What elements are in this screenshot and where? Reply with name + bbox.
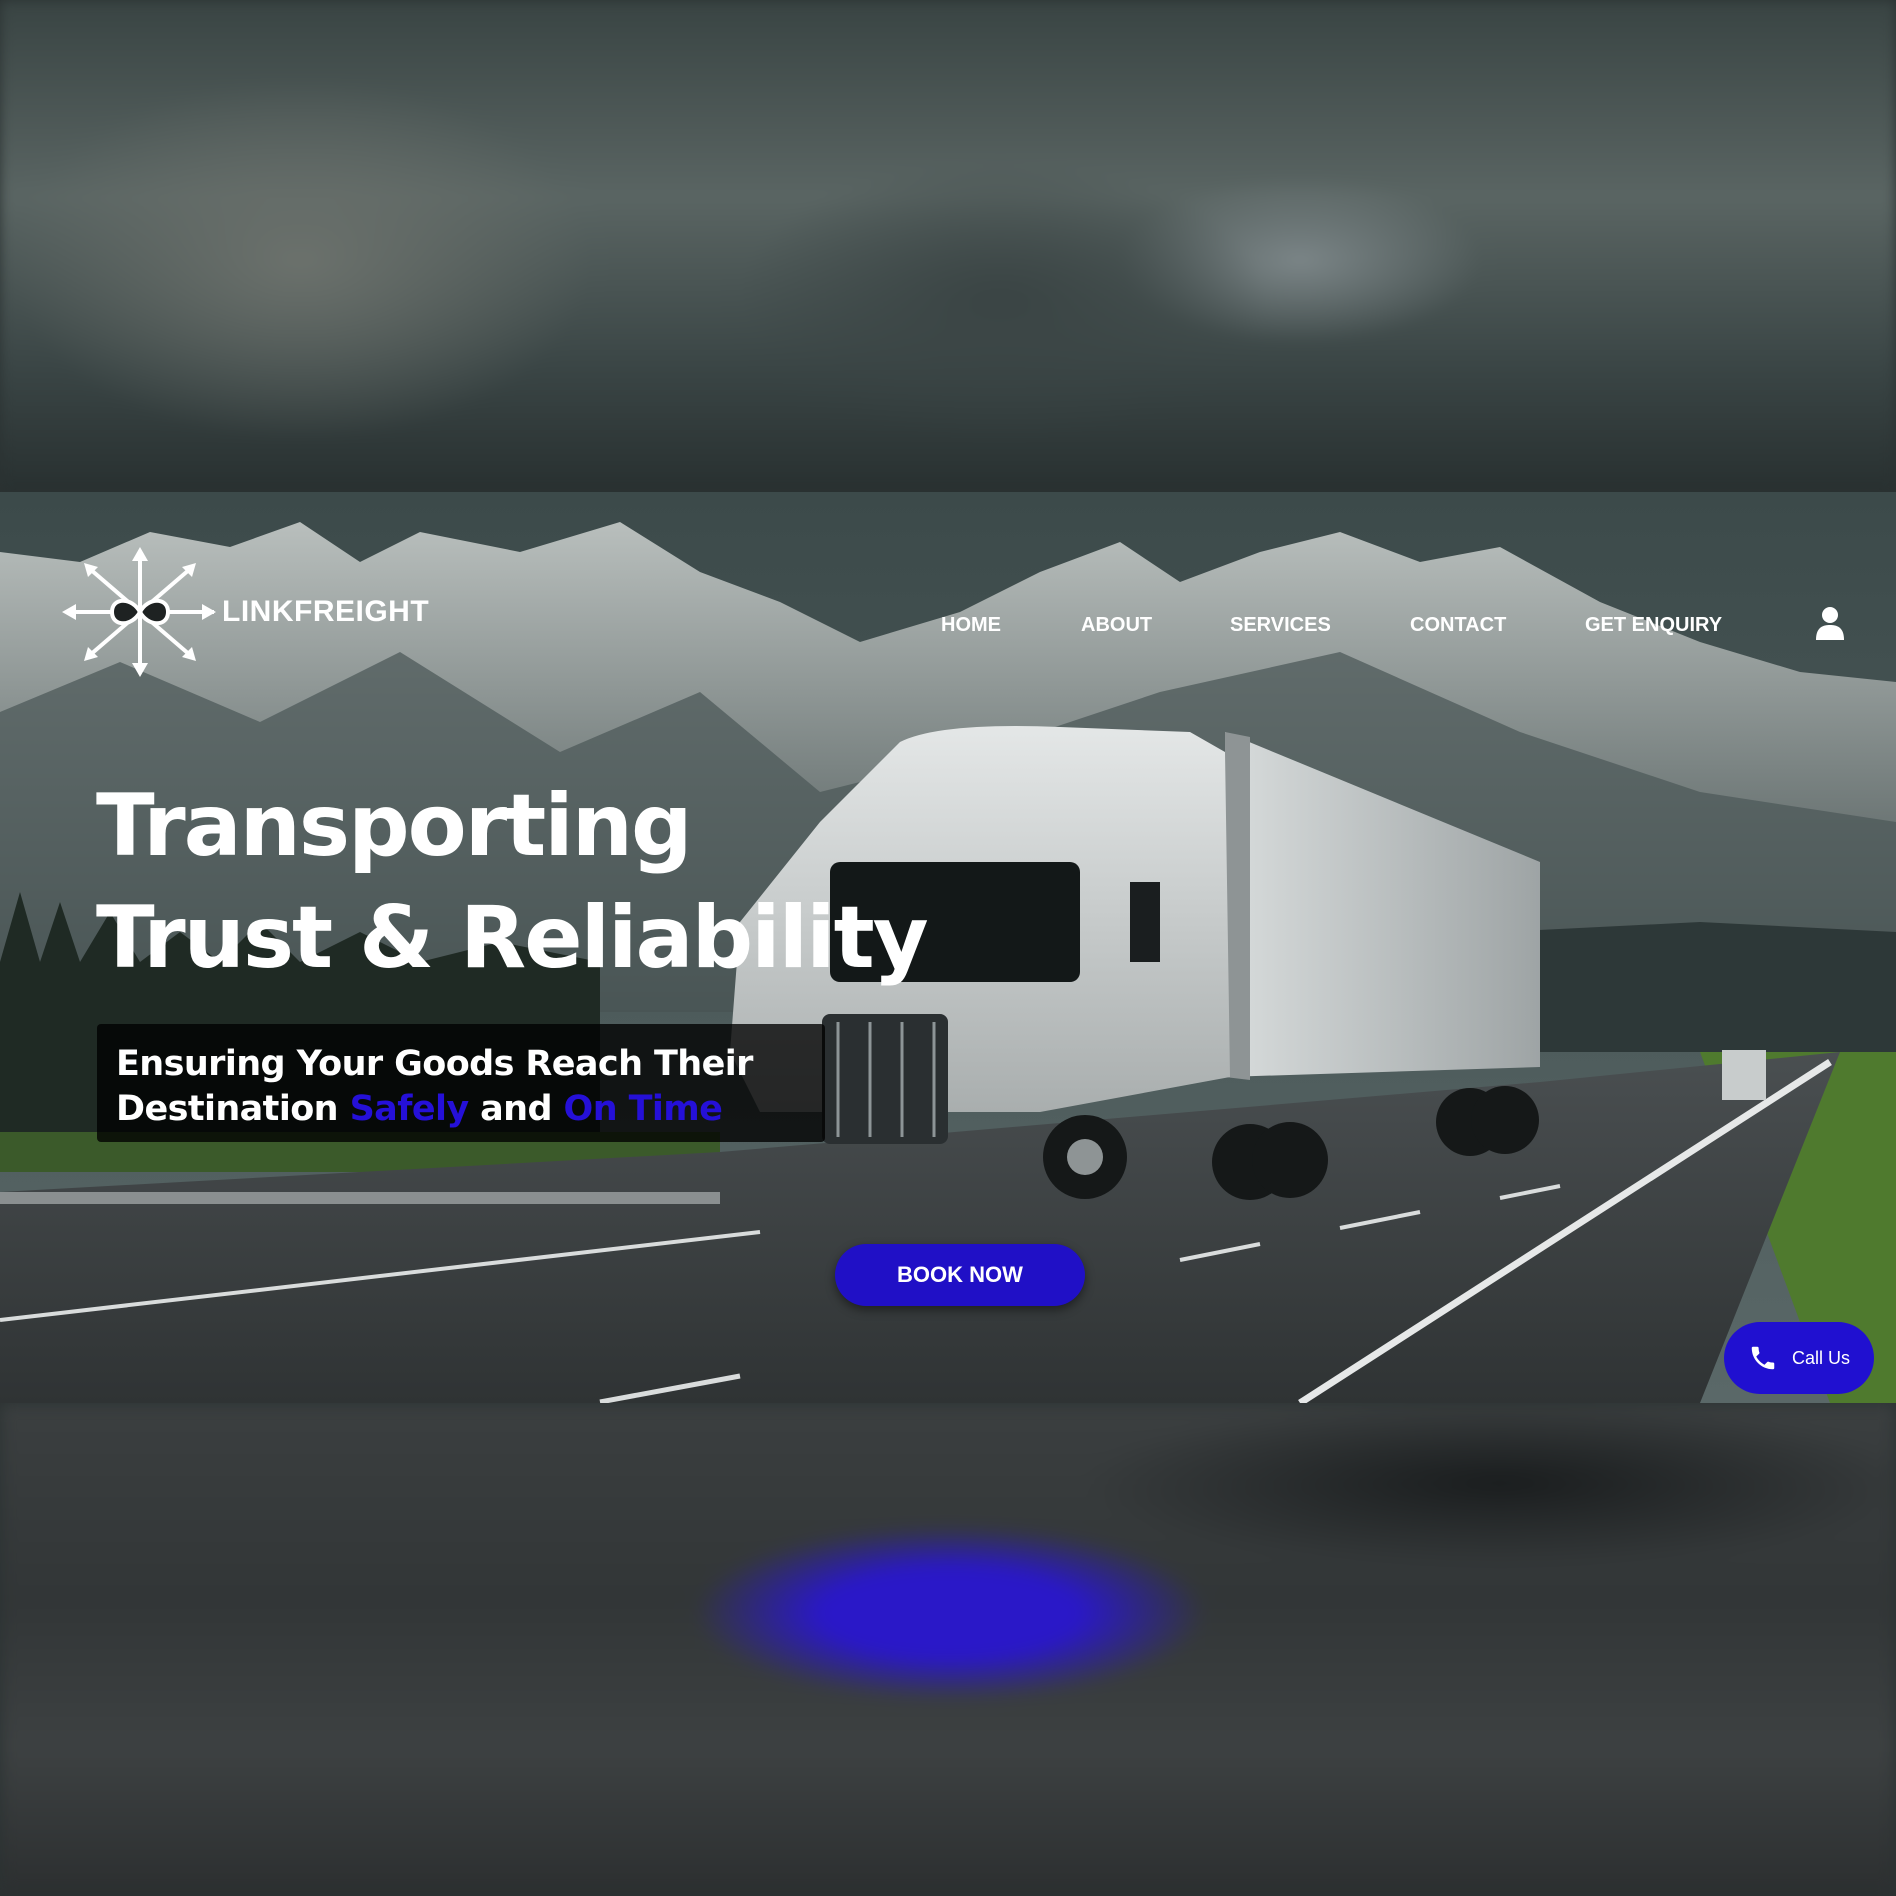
call-us-button[interactable]: Call Us xyxy=(1724,1322,1874,1394)
backdrop-top xyxy=(0,0,1896,492)
phone-icon xyxy=(1751,1346,1775,1370)
hero-headline: Transporting Trust & Reliability xyxy=(96,770,929,994)
user-icon[interactable] xyxy=(1814,606,1846,640)
hero-section: LINKFREIGHT HOME ABOUT SERVICES CONTACT … xyxy=(0,492,1896,1403)
book-now-button[interactable]: BOOK NOW xyxy=(835,1244,1085,1306)
nav-item-about[interactable]: ABOUT xyxy=(1081,614,1152,637)
subheadline-part-and: and xyxy=(468,1089,564,1129)
subheadline-line-1: Ensuring Your Goods Reach Their xyxy=(116,1044,753,1084)
infinity-arrows-icon xyxy=(62,547,216,677)
nav-item-get-enquiry[interactable]: GET ENQUIRY xyxy=(1585,614,1722,637)
nav-item-services[interactable]: SERVICES xyxy=(1230,614,1331,637)
subheadline-accent-on-time: On Time xyxy=(563,1089,723,1129)
hero-subheadline: Ensuring Your Goods Reach Their Destinati… xyxy=(116,1042,753,1132)
nav-item-home[interactable]: HOME xyxy=(941,614,1001,637)
backdrop-bottom xyxy=(0,1403,1896,1896)
brand-name: LINKFREIGHT xyxy=(222,595,430,628)
subheadline-part-destination: Destination xyxy=(116,1089,350,1129)
headline-line-2: Trust & Reliability xyxy=(96,888,929,988)
brand-logo[interactable]: LINKFREIGHT xyxy=(62,547,429,677)
subheadline-accent-safely: Safely xyxy=(349,1089,470,1129)
call-us-label: Call Us xyxy=(1791,1347,1850,1368)
headline-line-1: Transporting xyxy=(96,776,693,876)
nav-item-contact[interactable]: CONTACT xyxy=(1410,614,1506,637)
